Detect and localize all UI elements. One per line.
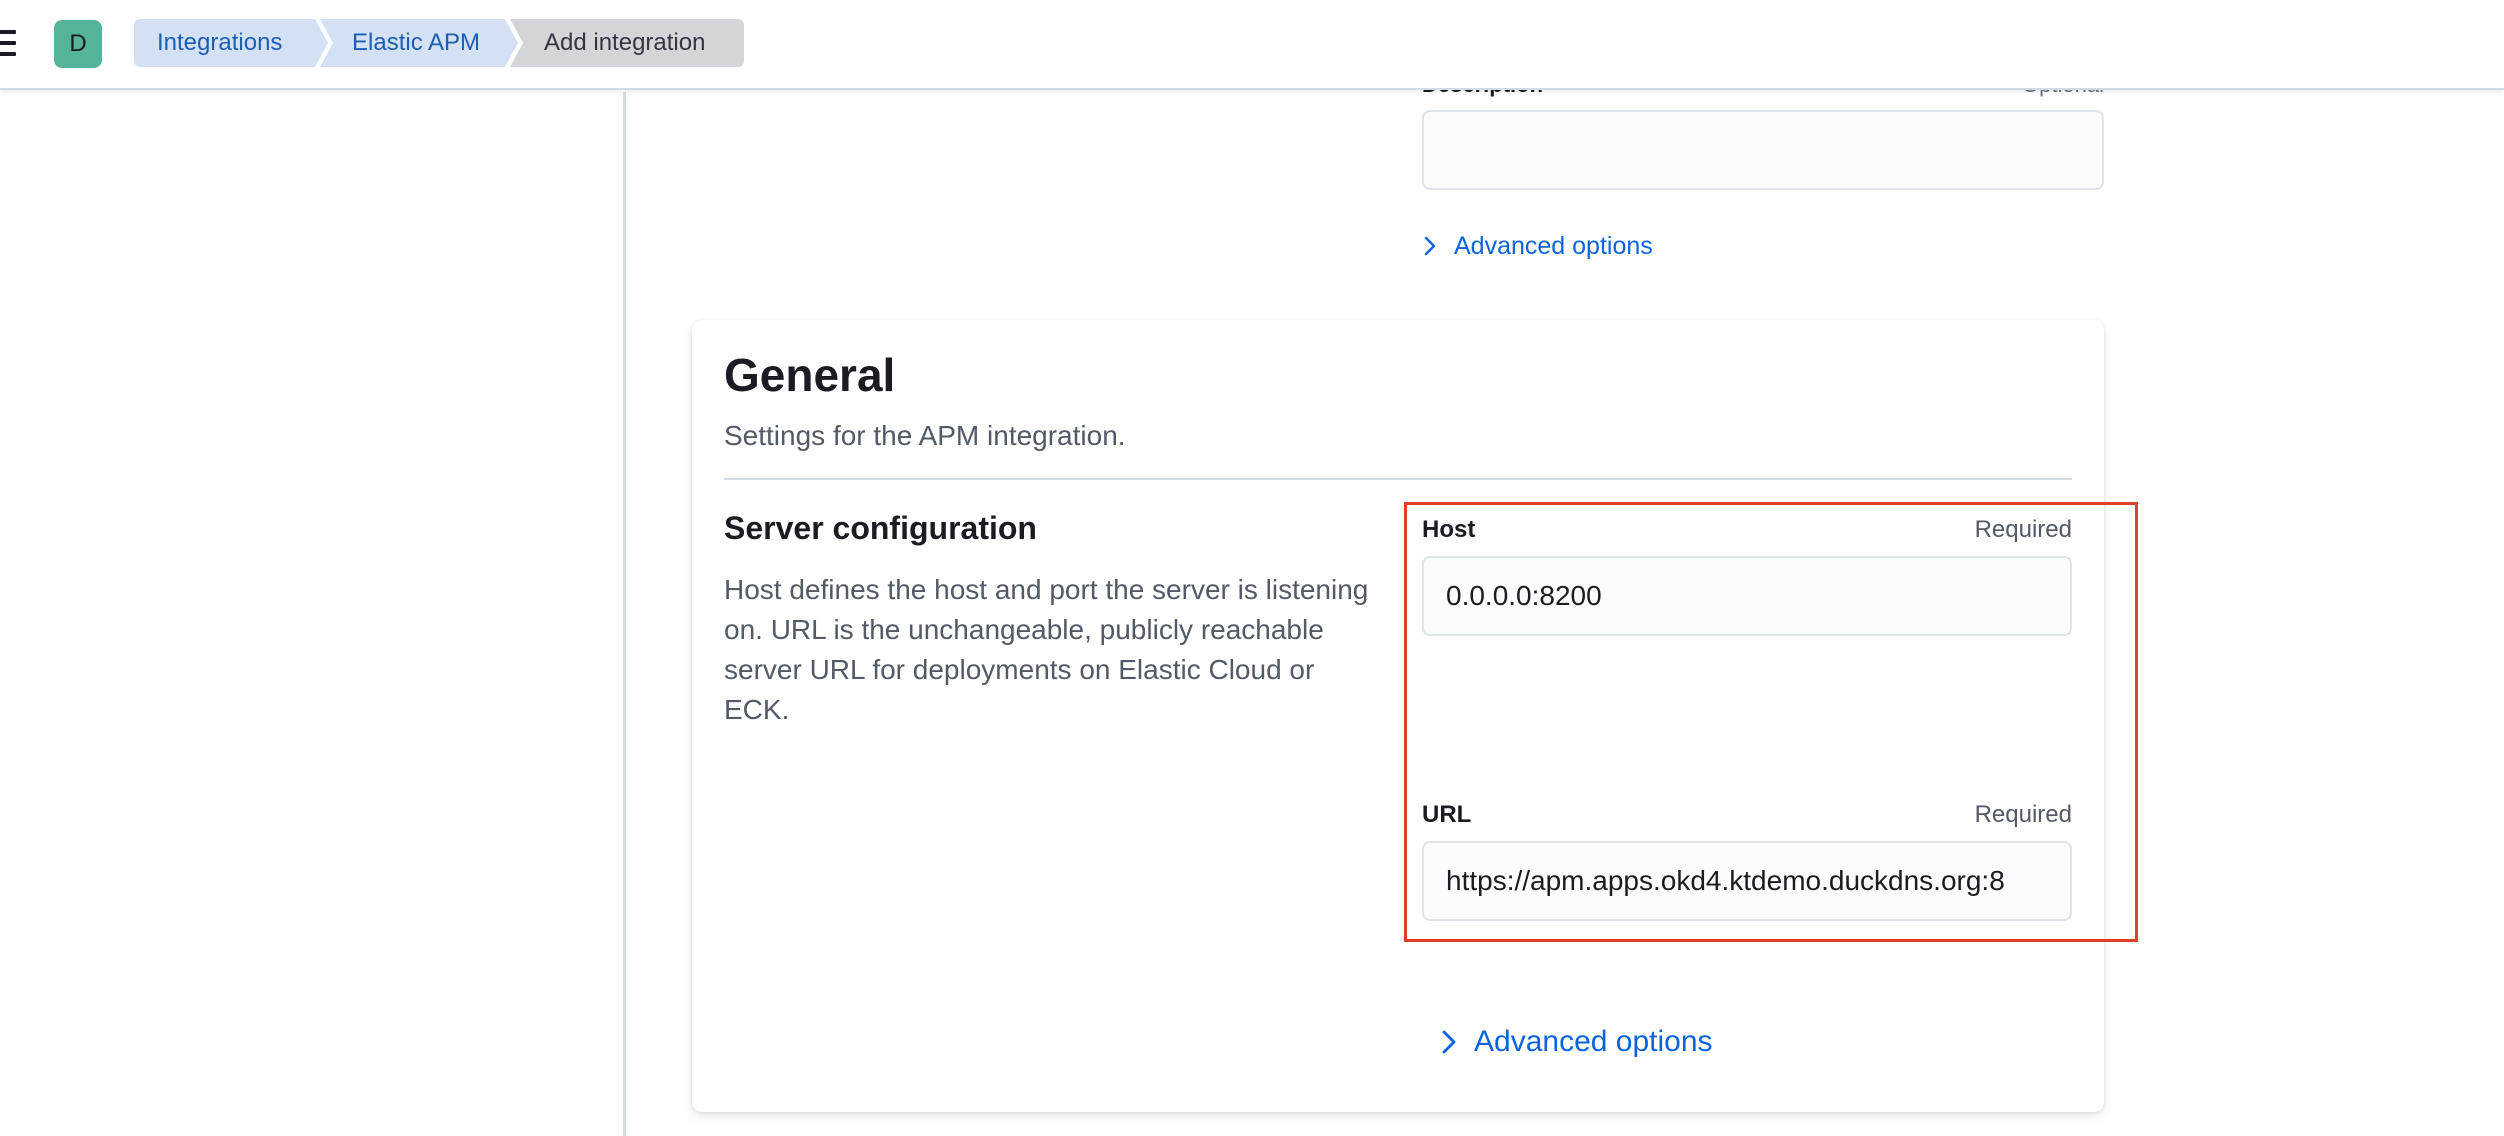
host-required-label: Required (1974, 516, 2072, 543)
menu-icon[interactable] (0, 30, 16, 56)
server-configuration-title: Server configuration (724, 510, 1037, 546)
advanced-options-label: Advanced options (1454, 231, 1653, 260)
breadcrumb-elastic-apm[interactable]: Elastic APM (320, 19, 518, 67)
url-label: URL (1422, 801, 1472, 828)
server-advanced-options-link[interactable]: Advanced options (1440, 1022, 1713, 1062)
server-configuration-description: Host defines the host and port the serve… (724, 574, 1369, 725)
card-divider (724, 478, 2072, 480)
breadcrumb-integrations[interactable]: Integrations (134, 19, 328, 67)
breadcrumb-add-integration: Add integration (510, 19, 744, 67)
space-avatar[interactable]: D (54, 20, 102, 68)
top-header: D Integrations Elastic APM Add integrati… (0, 0, 2504, 90)
advanced-options-label: Advanced options (1474, 1025, 1713, 1058)
general-settings-card: General Settings for the APM integration… (692, 320, 2104, 1112)
chevron-right-icon (1440, 1029, 1458, 1055)
description-input[interactable] (1422, 110, 2104, 190)
host-label: Host (1422, 516, 1476, 543)
chevron-right-icon (1422, 235, 1438, 257)
general-title: General (724, 349, 896, 401)
url-input[interactable] (1422, 841, 2072, 921)
host-input[interactable] (1422, 556, 2072, 636)
url-required-label: Required (1974, 801, 2072, 828)
advanced-options-link[interactable]: Advanced options (1422, 230, 1653, 262)
left-panel (0, 92, 626, 1136)
general-subtitle: Settings for the APM integration. (724, 420, 1126, 451)
